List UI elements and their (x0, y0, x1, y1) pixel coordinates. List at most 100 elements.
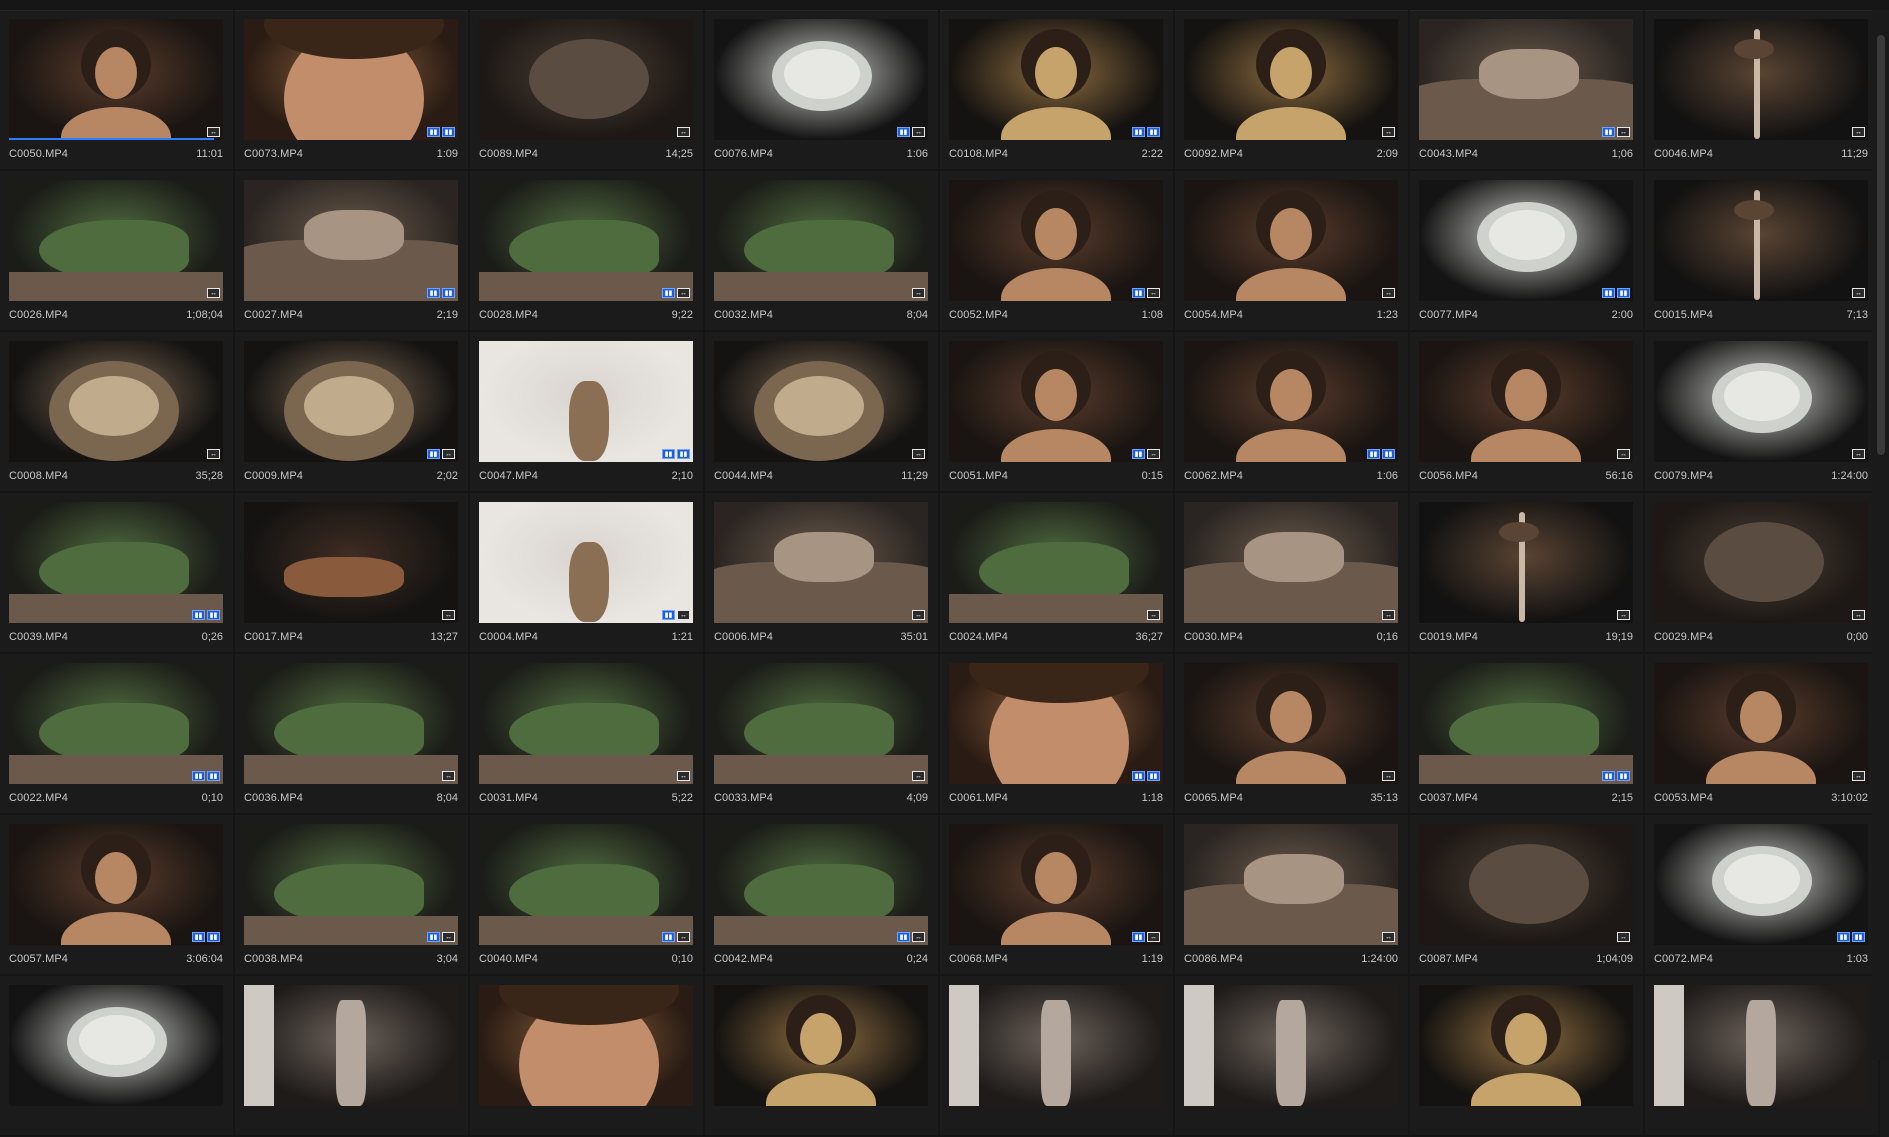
clip-tile[interactable]: ↔ C0089.MP4 14;25 (470, 10, 705, 171)
clip-tile[interactable]: ▮▮ ▮▮ C0108.MP4 2:22 (940, 10, 1175, 171)
clip-thumbnail[interactable] (714, 985, 928, 1106)
clip-tile[interactable]: ▮▮ ↔ C0043.MP4 1;06 (1410, 10, 1645, 171)
clip-thumbnail[interactable]: ↔ (714, 180, 928, 301)
clip-thumbnail[interactable]: ▮▮ ↔ (1419, 19, 1633, 140)
clip-tile[interactable]: ↔ C0017.MP4 13;27 (235, 493, 470, 654)
clip-tile[interactable]: ↔ C0054.MP4 1:23 (1175, 171, 1410, 332)
clip-thumbnail[interactable] (1184, 985, 1398, 1106)
clip-thumbnail[interactable]: ▮▮ ↔ (244, 341, 458, 462)
clip-thumbnail[interactable]: ↔ (244, 663, 458, 784)
clip-tile[interactable]: ↔ C0006.MP4 35:01 (705, 493, 940, 654)
clip-tile[interactable]: ↔ C0044.MP4 11;29 (705, 332, 940, 493)
clip-tile[interactable]: ▮▮ ↔ C0038.MP4 3;04 (235, 815, 470, 976)
clip-tile[interactable]: ▮▮ ↔ C0051.MP4 0:15 (940, 332, 1175, 493)
clip-tile[interactable]: ↔ C0046.MP4 11;29 (1645, 10, 1880, 171)
scrollbar-track[interactable] (1872, 10, 1889, 1060)
clip-thumbnail[interactable]: ▮▮ ↔ (479, 502, 693, 623)
clip-thumbnail[interactable]: ▮▮ ↔ (714, 824, 928, 945)
clip-tile[interactable] (0, 976, 235, 1137)
clip-tile[interactable]: ↔ C0015.MP4 7;13 (1645, 171, 1880, 332)
clip-tile[interactable]: ↔ C0056.MP4 56:16 (1410, 332, 1645, 493)
clip-tile[interactable]: ↔ C0033.MP4 4;09 (705, 654, 940, 815)
clip-tile[interactable]: ↔ C0032.MP4 8;04 (705, 171, 940, 332)
clip-thumbnail[interactable]: ↔ (714, 341, 928, 462)
clip-tile[interactable]: ▮▮ ↔ C0009.MP4 2;02 (235, 332, 470, 493)
clip-tile[interactable]: ▮▮ ↔ C0028.MP4 9;22 (470, 171, 705, 332)
clip-tile[interactable]: ↔ C0065.MP4 35:13 (1175, 654, 1410, 815)
clip-tile[interactable]: ▮▮ ▮▮ C0061.MP4 1:18 (940, 654, 1175, 815)
clip-tile[interactable]: ↔ C0024.MP4 36;27 (940, 493, 1175, 654)
clip-thumbnail[interactable]: ▮▮ ▮▮ (949, 663, 1163, 784)
clip-tile[interactable]: ↔ C0029.MP4 0;00 (1645, 493, 1880, 654)
clip-tile[interactable]: ▮▮ ▮▮ C0037.MP4 2;15 (1410, 654, 1645, 815)
clip-tile[interactable] (470, 976, 705, 1137)
clip-tile[interactable]: ▮▮ ▮▮ C0047.MP4 2;10 (470, 332, 705, 493)
clip-tile[interactable]: ▮▮ ▮▮ C0057.MP4 3:06:04 (0, 815, 235, 976)
clip-tile[interactable]: ↔ C0031.MP4 5;22 (470, 654, 705, 815)
clip-tile[interactable]: ▮▮ ▮▮ C0022.MP4 0;10 (0, 654, 235, 815)
clip-tile[interactable]: ↔ C0050.MP4 11:01 (0, 10, 235, 171)
clip-tile[interactable]: ▮▮ ▮▮ C0077.MP4 2:00 (1410, 171, 1645, 332)
clip-tile[interactable] (235, 976, 470, 1137)
clip-thumbnail[interactable]: ↔ (1184, 663, 1398, 784)
clip-thumbnail[interactable]: ▮▮ ↔ (479, 180, 693, 301)
clip-thumbnail[interactable]: ▮▮ ↔ (949, 824, 1163, 945)
clip-thumbnail[interactable]: ↔ (1654, 19, 1868, 140)
clip-tile[interactable]: ↔ C0026.MP4 1;08;04 (0, 171, 235, 332)
clip-thumbnail[interactable]: ↔ (1419, 824, 1633, 945)
clip-tile[interactable]: ▮▮ ↔ C0052.MP4 1:08 (940, 171, 1175, 332)
clip-thumbnail[interactable]: ↔ (1184, 19, 1398, 140)
clip-thumbnail[interactable]: ↔ (1654, 341, 1868, 462)
clip-tile[interactable]: ↔ C0053.MP4 3:10:02 (1645, 654, 1880, 815)
clip-tile[interactable]: ▮▮ ▮▮ C0072.MP4 1:03 (1645, 815, 1880, 976)
clip-thumbnail[interactable] (949, 985, 1163, 1106)
clip-tile[interactable]: ↔ C0019.MP4 19;19 (1410, 493, 1645, 654)
clip-thumbnail[interactable]: ▮▮ ↔ (244, 824, 458, 945)
clip-thumbnail[interactable]: ↔ (1184, 502, 1398, 623)
clip-thumbnail[interactable]: ↔ (1654, 180, 1868, 301)
scrollbar-thumb[interactable] (1877, 35, 1885, 455)
clip-thumbnail[interactable]: ▮▮ ▮▮ (9, 502, 223, 623)
clip-tile[interactable]: ↔ C0030.MP4 0;16 (1175, 493, 1410, 654)
clip-tile[interactable]: ↔ C0008.MP4 35;28 (0, 332, 235, 493)
clip-thumbnail[interactable]: ▮▮ ▮▮ (949, 19, 1163, 140)
clip-tile[interactable]: ↔ C0087.MP4 1;04;09 (1410, 815, 1645, 976)
clip-thumbnail[interactable]: ▮▮ ↔ (479, 824, 693, 945)
clip-tile[interactable]: ▮▮ ↔ C0040.MP4 0;10 (470, 815, 705, 976)
clip-tile[interactable]: ▮▮ ▮▮ C0039.MP4 0;26 (0, 493, 235, 654)
clip-thumbnail[interactable] (479, 985, 693, 1106)
clip-thumbnail[interactable]: ↔ (1654, 502, 1868, 623)
clip-tile[interactable]: ▮▮ ▮▮ C0062.MP4 1:06 (1175, 332, 1410, 493)
clip-thumbnail[interactable] (9, 985, 223, 1106)
clip-thumbnail[interactable]: ▮▮ ▮▮ (1184, 341, 1398, 462)
clip-thumbnail[interactable]: ▮▮ ▮▮ (1654, 824, 1868, 945)
clip-tile[interactable]: ▮▮ ▮▮ C0027.MP4 2;19 (235, 171, 470, 332)
clip-thumbnail[interactable]: ↔ (9, 19, 223, 140)
clip-tile[interactable] (1175, 976, 1410, 1137)
clip-thumbnail[interactable] (1419, 985, 1633, 1106)
clip-thumbnail[interactable]: ↔ (714, 663, 928, 784)
clip-tile[interactable] (940, 976, 1175, 1137)
clip-tile[interactable]: ↔ C0036.MP4 8;04 (235, 654, 470, 815)
clip-tile[interactable]: ↔ C0079.MP4 1:24:00 (1645, 332, 1880, 493)
clip-thumbnail[interactable]: ▮▮ ▮▮ (9, 663, 223, 784)
clip-thumbnail[interactable]: ↔ (1419, 341, 1633, 462)
clip-thumbnail[interactable]: ▮▮ ▮▮ (479, 341, 693, 462)
clip-thumbnail[interactable]: ↔ (949, 502, 1163, 623)
clip-thumbnail[interactable]: ▮▮ ▮▮ (244, 19, 458, 140)
clip-thumbnail[interactable] (244, 985, 458, 1106)
clip-thumbnail[interactable]: ↔ (9, 341, 223, 462)
clip-thumbnail[interactable]: ▮▮ ▮▮ (9, 824, 223, 945)
clip-tile[interactable] (705, 976, 940, 1137)
clip-thumbnail[interactable]: ▮▮ ▮▮ (244, 180, 458, 301)
clip-tile[interactable] (1645, 976, 1880, 1137)
clip-thumbnail[interactable]: ▮▮ ▮▮ (1419, 180, 1633, 301)
clip-thumbnail[interactable]: ↔ (244, 502, 458, 623)
clip-thumbnail[interactable]: ↔ (479, 663, 693, 784)
clip-thumbnail[interactable]: ↔ (1184, 180, 1398, 301)
clip-tile[interactable] (1410, 976, 1645, 1137)
clip-thumbnail[interactable]: ↔ (1184, 824, 1398, 945)
clip-tile[interactable]: ▮▮ ▮▮ C0073.MP4 1:09 (235, 10, 470, 171)
clip-thumbnail[interactable]: ↔ (9, 180, 223, 301)
clip-tile[interactable]: ↔ C0092.MP4 2:09 (1175, 10, 1410, 171)
